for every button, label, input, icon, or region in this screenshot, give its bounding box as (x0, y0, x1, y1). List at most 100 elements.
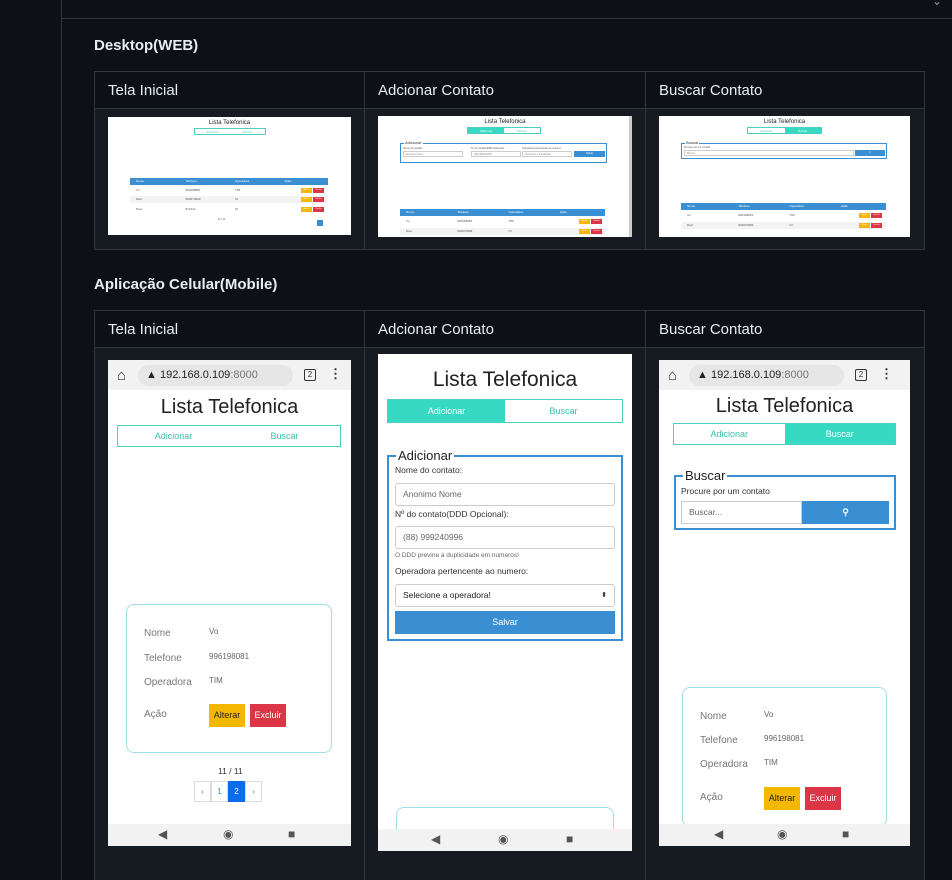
cell-operadora: TIM (789, 213, 795, 217)
label-telefone: Telefone (700, 735, 738, 746)
excluir-button[interactable]: Excluir (250, 704, 286, 727)
excluir-button[interactable]: Excluir (591, 219, 602, 224)
tab-search[interactable]: Buscar (504, 128, 540, 133)
alterar-button[interactable]: Alterar (579, 229, 590, 234)
url-bar[interactable]: ▲ 192.168.0.109:8000 (689, 365, 844, 386)
label-nome: Nome (700, 711, 727, 722)
desktop-add-screenshot: Lista Telefonica Adicionar Buscar Adicio… (378, 116, 632, 237)
cell-telefone: 996198081 (738, 213, 754, 217)
home-nav-icon[interactable]: ◉ (498, 832, 508, 846)
search-input[interactable]: Buscar... (681, 501, 802, 524)
pager-page-active[interactable]: 2 (228, 781, 245, 802)
numero-field[interactable]: (88) 999240996 (395, 526, 615, 549)
search-hint: Procure por um contato (681, 486, 770, 496)
kebab-menu-icon[interactable]: ⋮ (329, 366, 342, 382)
top-rule (62, 18, 952, 19)
cell-nome: Vo (687, 213, 691, 217)
app-title: Lista Telefonica (763, 119, 806, 125)
tabs-count-icon[interactable]: 2 (855, 369, 867, 381)
table-header: Nome Telefone Operadora Ação (400, 209, 605, 216)
value-operadora: TIM (764, 758, 778, 767)
recents-icon[interactable]: ■ (842, 827, 849, 841)
tab-search[interactable]: Buscar (230, 129, 265, 134)
pager-next[interactable]: › (245, 781, 262, 802)
salvar-button[interactable]: Salvar (395, 611, 615, 634)
tab-add[interactable]: Adicionar (388, 400, 505, 422)
excluir-button[interactable]: Excluir (871, 213, 882, 218)
alterar-button[interactable]: Alterar (764, 787, 800, 810)
home-nav-icon[interactable]: ◉ (777, 827, 787, 841)
alterar-button[interactable]: Alterar (579, 219, 590, 224)
row-actions: Alterar Excluir (579, 219, 602, 224)
scrollbar[interactable] (629, 116, 632, 237)
recents-icon[interactable]: ■ (566, 832, 573, 846)
excluir-button[interactable]: Excluir (313, 197, 324, 202)
table-header: Nome Telefone Operadora Ação (681, 203, 886, 210)
search-input[interactable]: Buscar... (684, 150, 854, 156)
cell-nome: Davi (136, 207, 143, 211)
salvar-button[interactable]: Salvar (574, 151, 605, 157)
tab-add[interactable]: Adicionar (195, 129, 230, 134)
tabs-count-icon[interactable]: 2 (304, 369, 316, 381)
tab-search[interactable]: Buscar (784, 424, 895, 444)
pager-prev[interactable]: ‹ (194, 781, 211, 802)
nome-field[interactable]: Anonimo Nome (403, 151, 463, 157)
label-operadora: Operadora (700, 759, 748, 770)
url-bar[interactable]: ▲ 192.168.0.109:8000 (138, 365, 293, 386)
back-icon[interactable]: ◀ (714, 827, 723, 841)
tab-add[interactable]: Adicionar (674, 424, 785, 444)
warning-icon: ▲ (146, 369, 157, 381)
th-nome: Nome (136, 179, 145, 183)
pager-active[interactable] (317, 220, 323, 226)
excluir-button[interactable]: Excluir (871, 223, 882, 228)
mobile-heading: Aplicação Celular(Mobile) (94, 276, 278, 293)
recents-icon[interactable]: ■ (288, 827, 295, 841)
excluir-button[interactable]: Excluir (591, 229, 602, 234)
operadora-select[interactable]: Selecione a operadora! ⬍ (395, 584, 615, 607)
table-row: Davi 992670999 OI (130, 196, 328, 203)
home-nav-icon[interactable]: ◉ (223, 827, 233, 841)
tab-add[interactable]: Adicionar (748, 128, 785, 133)
alterar-button[interactable]: Alterar (301, 197, 312, 202)
excluir-button[interactable]: Excluir (805, 787, 841, 810)
android-nav-bar: ◀ ◉ ■ (378, 829, 632, 851)
add-form: Adicionar Nome do contato: Anonimo Nome … (387, 448, 623, 641)
add-legend: Adicionar (396, 448, 455, 463)
android-nav-bar: ◀ ◉ ■ (659, 824, 910, 846)
row-actions: Alterar Excluir (301, 197, 324, 202)
search-legend: Buscar (685, 140, 700, 145)
excluir-button[interactable]: Excluir (313, 188, 324, 193)
numero-field[interactable]: (88) 999240996 (471, 151, 521, 157)
alterar-button[interactable]: Alterar (859, 213, 870, 218)
alterar-button[interactable]: Alterar (859, 223, 870, 228)
alterar-button[interactable]: Alterar (209, 704, 245, 727)
back-icon[interactable]: ◀ (431, 832, 440, 846)
nome-field[interactable]: Anonimo Nome (395, 483, 615, 506)
search-button[interactable]: ⚲ (802, 501, 889, 524)
cell-nome: Vo (136, 188, 140, 192)
search-button[interactable]: ⚲ (855, 150, 885, 156)
tab-search[interactable]: Buscar (505, 400, 622, 422)
tab-add[interactable]: Adicionar (468, 128, 504, 133)
alterar-button[interactable]: Alterar (301, 188, 312, 193)
cell-telefone: 992670999 (457, 229, 473, 233)
tab-search[interactable]: Buscar (229, 426, 340, 446)
tab-search[interactable]: Buscar (784, 128, 821, 133)
home-icon[interactable]: ⌂ (668, 367, 677, 384)
th-telefone: Telefone (185, 179, 197, 183)
home-icon[interactable]: ⌂ (117, 367, 126, 384)
excluir-button[interactable]: Excluir (313, 207, 324, 212)
mobile-search-screenshot: ⌂ ▲ 192.168.0.109:8000 2 ⋮ Lista Telefon… (659, 360, 910, 846)
th-operadora: Operadora (508, 210, 523, 214)
pager-page[interactable]: 1 (211, 781, 228, 802)
back-icon[interactable]: ◀ (158, 827, 167, 841)
th-operadora: Operadora (789, 204, 804, 208)
alterar-button[interactable]: Alterar (301, 207, 312, 212)
desktop-heading: Desktop(WEB) (94, 37, 199, 54)
tab-add[interactable]: Adicionar (118, 426, 229, 446)
kebab-menu-icon[interactable]: ⋮ (880, 366, 893, 382)
add-legend: Adicionar (404, 140, 423, 145)
url-port: :8000 (781, 369, 809, 381)
operadora-select[interactable]: Selecione a operadora! (522, 151, 572, 157)
label-acao: Ação (700, 792, 723, 803)
